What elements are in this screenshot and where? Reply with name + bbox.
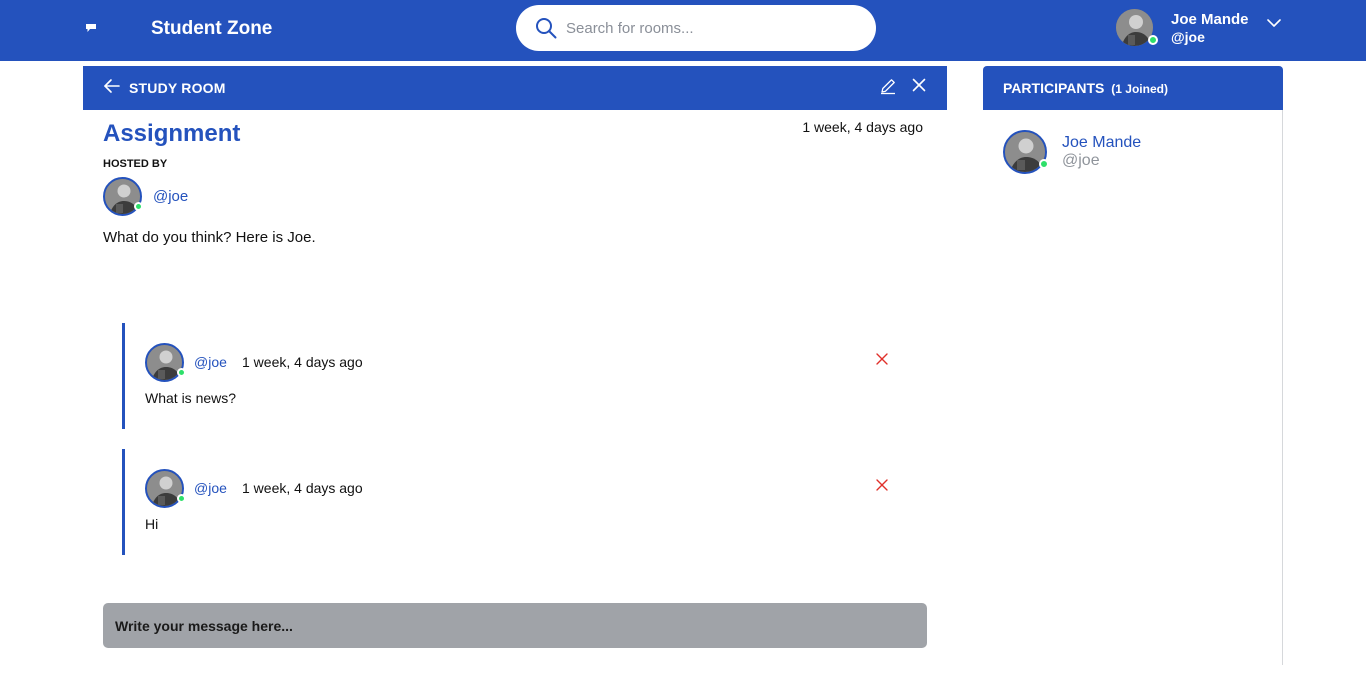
message-item: @joe 1 week, 4 days ago Hi: [122, 449, 912, 555]
message-input[interactable]: [115, 613, 905, 639]
delete-icon[interactable]: [875, 478, 889, 492]
room-time: 1 week, 4 days ago: [802, 119, 923, 135]
participant-online-indicator: [1039, 159, 1049, 169]
message-handle[interactable]: @joe: [194, 480, 227, 496]
message-online-indicator: [177, 494, 186, 503]
back-arrow-icon[interactable]: [103, 78, 121, 94]
user-name[interactable]: Joe Mande: [1171, 11, 1249, 28]
participant-handle: @joe: [1062, 152, 1100, 169]
room-header-label: STUDY ROOM: [129, 80, 226, 96]
search-icon: [536, 18, 557, 39]
search-input[interactable]: [566, 15, 856, 41]
room-header: STUDY ROOM: [83, 66, 947, 110]
message-time: 1 week, 4 days ago: [242, 480, 363, 496]
message-body: What is news?: [145, 390, 237, 406]
user-online-indicator: [1148, 35, 1158, 45]
room-title: Assignment: [103, 120, 241, 147]
host-handle[interactable]: @joe: [153, 188, 188, 205]
top-nav-bar: Student Zone Joe Mande @joe: [0, 0, 1366, 61]
message-time: 1 week, 4 days ago: [242, 354, 363, 370]
close-icon[interactable]: [912, 78, 926, 92]
participants-list: Joe Mande @joe: [983, 110, 1283, 665]
chevron-down-icon[interactable]: [1266, 17, 1282, 29]
participant-name[interactable]: Joe Mande: [1062, 134, 1141, 152]
message-item: @joe 1 week, 4 days ago What is news?: [122, 323, 912, 429]
participants-title: PARTICIPANTS (1 Joined): [1003, 80, 1168, 96]
participants-header: PARTICIPANTS (1 Joined): [983, 66, 1283, 110]
brand-title[interactable]: Student Zone: [151, 18, 272, 40]
participants-label: PARTICIPANTS: [1003, 80, 1105, 96]
logo-icon[interactable]: [86, 24, 96, 32]
hosted-by-label: HOSTED BY: [103, 158, 168, 170]
host-online-indicator: [134, 202, 143, 211]
room-description: What do you think? Here is Joe.: [103, 229, 316, 246]
user-handle[interactable]: @joe: [1171, 29, 1205, 45]
message-body: Hi: [145, 516, 159, 532]
participants-count: (1 Joined): [1111, 82, 1168, 96]
message-online-indicator: [177, 368, 186, 377]
delete-icon[interactable]: [875, 352, 889, 366]
edit-icon[interactable]: [879, 77, 897, 95]
message-composer[interactable]: [103, 603, 927, 648]
message-handle[interactable]: @joe: [194, 354, 227, 370]
search-bar[interactable]: [516, 5, 876, 51]
